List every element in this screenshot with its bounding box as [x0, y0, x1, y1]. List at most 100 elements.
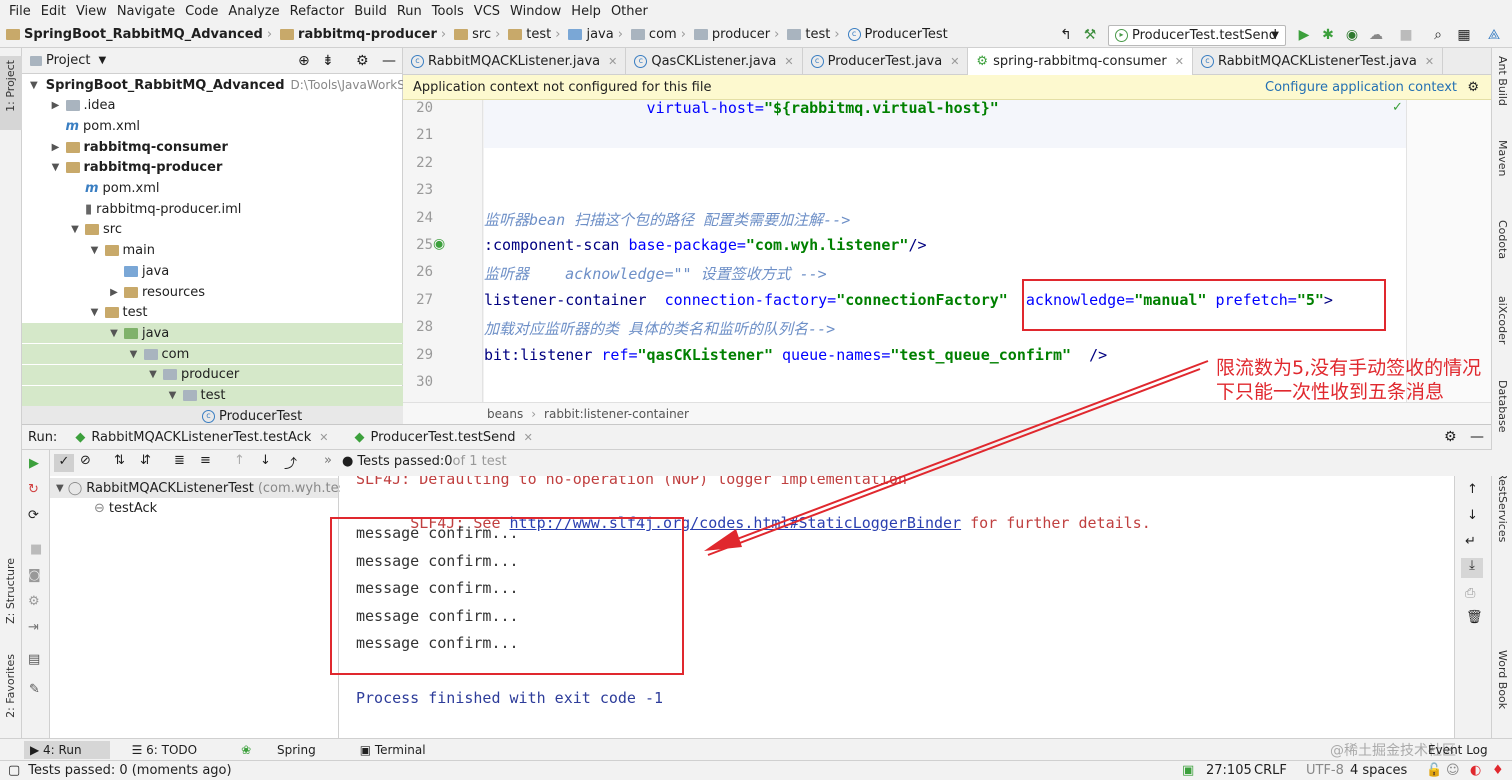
show-ignored-icon[interactable]: ⊘	[80, 453, 91, 468]
coverage-icon[interactable]: ◉	[1344, 27, 1360, 43]
nav-crumb[interactable]: java ›	[568, 27, 626, 42]
chevron-right-icon[interactable]: ▶	[108, 287, 120, 298]
editor-tab-1[interactable]: c QasCKListener.java ✕	[626, 48, 803, 75]
up-icon[interactable]: ↑	[1467, 482, 1478, 497]
inspector-icon[interactable]: ☺	[1446, 763, 1460, 778]
down-icon[interactable]: ↓	[1467, 508, 1478, 523]
menu-item-build[interactable]: Build	[349, 4, 392, 19]
tree-item[interactable]: m pom.xml	[22, 116, 403, 136]
camera-icon[interactable]: ◙	[28, 568, 41, 583]
run-tab-testack[interactable]: ◆ RabbitMQACKListenerTest.testAck ✕	[75, 430, 328, 445]
trash-icon[interactable]: 🗑	[1466, 610, 1483, 625]
pin-icon[interactable]: ✎	[29, 682, 40, 697]
chevron-down-icon[interactable]: ▼	[69, 224, 81, 235]
soft-wrap-icon[interactable]: ↵	[1465, 534, 1476, 549]
more-icon[interactable]: »	[324, 453, 332, 468]
settings-icon[interactable]: ⚙	[28, 594, 40, 609]
sort-duration-icon[interactable]: ⇵	[140, 453, 151, 468]
tree-item[interactable]: ▼ rabbitmq-producer	[22, 158, 403, 178]
hide-icon[interactable]: —	[1470, 429, 1484, 445]
chevron-down-icon[interactable]: ▼	[56, 483, 64, 494]
layout-icon[interactable]: ▤	[28, 652, 40, 667]
next-icon[interactable]: ↓	[260, 453, 271, 468]
right-tool-tab-codota[interactable]: Codota	[1496, 220, 1509, 259]
nav-crumb[interactable]: test ›	[508, 27, 564, 42]
print-icon[interactable]: ⎙	[1465, 586, 1475, 601]
right-tool-tab-database[interactable]: Database	[1496, 380, 1509, 433]
chevron-down-icon[interactable]: ▼	[128, 349, 140, 360]
sort-alpha-icon[interactable]: ⇅	[114, 453, 125, 468]
tree-item[interactable]: ▼ main	[22, 241, 403, 261]
tree-item[interactable]: ▼ src	[22, 220, 403, 240]
scroll-end-icon[interactable]: ⤓	[1461, 558, 1483, 578]
sdk-icon[interactable]: ⟁	[1486, 27, 1502, 43]
event-log-tab[interactable]: Event Log	[1428, 743, 1488, 757]
tree-item[interactable]: ▼ test	[22, 385, 403, 406]
collapse-all-icon[interactable]: ≡	[200, 453, 211, 468]
menu-item-navigate[interactable]: Navigate	[112, 4, 180, 19]
tree-item[interactable]: ▶ .idea	[22, 96, 403, 116]
close-icon[interactable]: ✕	[524, 431, 533, 444]
close-icon[interactable]: ✕	[784, 55, 793, 68]
chevron-down-icon[interactable]: ▼	[89, 307, 101, 318]
menu-item-vcs[interactable]: VCS	[469, 4, 505, 19]
chevron-down-icon[interactable]: ▼	[89, 245, 101, 256]
tree-item[interactable]: ▮ rabbitmq-producer.iml	[22, 199, 403, 219]
gear-icon[interactable]: ⚙	[1444, 429, 1457, 445]
editor-tab-3[interactable]: ⚙ spring-rabbitmq-consumer ✕	[968, 48, 1193, 75]
menu-item-edit[interactable]: Edit	[36, 4, 71, 19]
close-icon[interactable]: ✕	[1175, 55, 1184, 68]
chevron-down-icon[interactable]: ▼	[50, 162, 62, 173]
nav-crumb[interactable]: c ProducerTest	[847, 27, 948, 42]
menu-item-file[interactable]: File	[4, 4, 36, 19]
editor-tab-4[interactable]: c RabbitMQACKListenerTest.java ✕	[1193, 48, 1444, 75]
close-icon[interactable]: ✕	[608, 55, 617, 68]
import-icon[interactable]: ⇥	[28, 620, 39, 635]
tree-item[interactable]: ▼ java	[22, 323, 403, 344]
nav-crumb[interactable]: com ›	[630, 27, 690, 42]
gear-icon[interactable]: ⚙	[1467, 80, 1479, 95]
run-tool-tab[interactable]: ▶ 4: Run	[24, 740, 110, 759]
expand-all-icon[interactable]: ≣	[174, 453, 185, 468]
terminal-status-icon[interactable]: ▣	[1182, 763, 1194, 778]
close-icon[interactable]: ✕	[319, 431, 328, 444]
right-tool-tab-restservices[interactable]: RestServices	[1496, 472, 1509, 542]
tree-item[interactable]: ▶ rabbitmq-consumer	[22, 137, 403, 157]
rerun-failed-icon[interactable]: ↻	[28, 482, 39, 497]
test-tree-root[interactable]: ▼ ◯ RabbitMQACKListenerTest (com.wyh.tes…	[50, 478, 356, 498]
plugin-icon-2[interactable]: ♦	[1492, 763, 1504, 778]
hide-icon[interactable]: —	[382, 53, 396, 69]
indent-setting[interactable]: 4 spaces	[1350, 763, 1407, 778]
favorites-tool-tab[interactable]: 2: Favorites	[4, 654, 17, 718]
search-icon[interactable]: ⌕	[1430, 27, 1446, 43]
menu-item-code[interactable]: Code	[180, 4, 223, 19]
editor-tab-0[interactable]: c RabbitMQACKListener.java ✕	[403, 48, 627, 75]
cursor-position[interactable]: 27:105	[1206, 763, 1252, 778]
terminal-tool-tab[interactable]: ▣ Terminal	[360, 743, 448, 757]
chevron-down-icon[interactable]: ▼	[98, 55, 106, 66]
tree-item[interactable]: java	[22, 261, 403, 281]
nav-crumb[interactable]: SpringBoot_RabbitMQ_Advanced ›	[6, 27, 276, 42]
tree-item[interactable]: ▼ producer	[22, 364, 403, 385]
build-hammer-icon[interactable]: ⚒	[1082, 27, 1098, 43]
encoding[interactable]: UTF-8	[1306, 763, 1344, 778]
menu-item-window[interactable]: Window	[505, 4, 566, 19]
chevron-right-icon[interactable]: ▶	[50, 142, 62, 153]
menu-item-analyze[interactable]: Analyze	[223, 4, 284, 19]
stop-icon[interactable]: ■	[1398, 27, 1414, 43]
tree-item[interactable]: ▼ com	[22, 344, 403, 365]
export-icon[interactable]: ⤴	[284, 453, 297, 472]
project-structure-icon[interactable]: ▦	[1456, 27, 1472, 43]
bean-gutter-icon[interactable]: ◉	[433, 236, 445, 252]
editor-tab-2[interactable]: c ProducerTest.java ✕	[803, 48, 969, 75]
spring-tool-tab[interactable]: ❀ Spring	[241, 743, 338, 757]
lock-icon[interactable]: 🔓	[1426, 763, 1442, 778]
right-tool-tab-ant-build[interactable]: Ant Build	[1496, 56, 1509, 106]
project-tool-tab[interactable]: 1: Project	[4, 60, 17, 112]
run-icon[interactable]: ▶	[1296, 27, 1312, 43]
nav-crumb[interactable]: rabbitmq-producer ›	[280, 27, 450, 42]
close-icon[interactable]: ✕	[950, 55, 959, 68]
rerun-icon[interactable]: ▶	[29, 456, 39, 471]
nav-crumb[interactable]: test ›	[787, 27, 843, 42]
close-icon[interactable]: ✕	[1425, 55, 1434, 68]
